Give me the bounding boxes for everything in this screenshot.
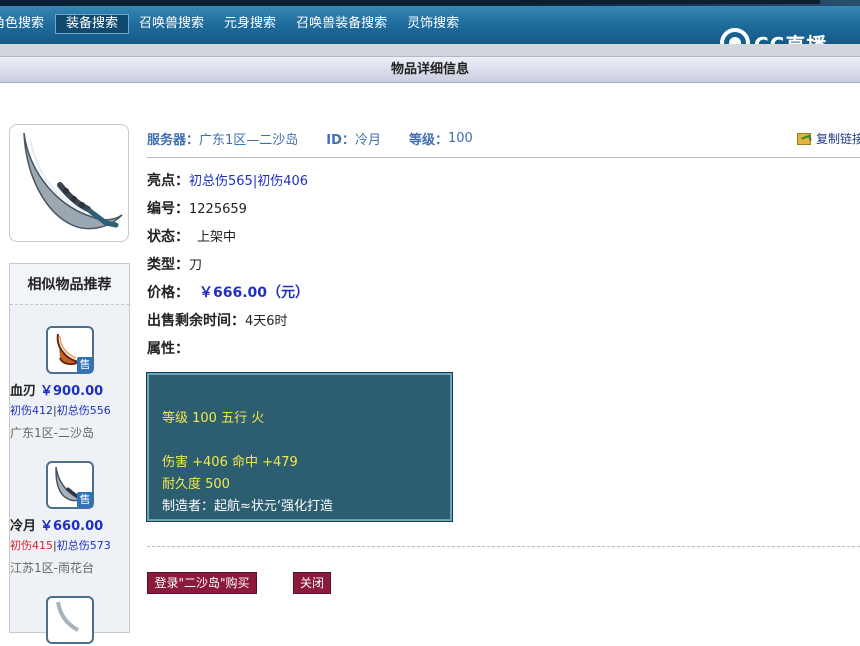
- similar-item-attrs: 初伤415|初总伤573: [10, 539, 111, 552]
- status-row: 状态： 上架中: [147, 226, 236, 246]
- similar-item-name-row[interactable]: 冷月 ￥660.00: [10, 515, 129, 534]
- type-value: 刀: [189, 258, 203, 273]
- attr-line-level: 等级 100 五行 火: [162, 411, 265, 426]
- similar-item-name: 冷月: [10, 519, 37, 534]
- nav-item-yuanshen-search[interactable]: 元身搜索: [214, 14, 286, 34]
- server-label: 服务器：: [147, 132, 200, 148]
- dashed-divider: [147, 546, 860, 547]
- nav-item-equipment-search[interactable]: 装备搜索: [55, 14, 130, 34]
- similar-item-attr1: 初伤412: [10, 404, 53, 417]
- attributes-box: 等级 100 五行 火 伤害 +406 命中 +479 耐久度 500 制造者：…: [146, 372, 453, 522]
- similar-item-price: ￥900.00: [40, 384, 104, 399]
- blade-icon: [56, 601, 79, 632]
- similar-items-panel: 相似物品推荐 售 血刃 ￥900.00 初伤412|初总伤556 广东1区-二沙岛…: [9, 263, 130, 644]
- nav-item-ornament-search[interactable]: 灵饰搜索: [397, 14, 469, 34]
- price-value: ￥666.00（元）: [199, 285, 310, 301]
- sale-tag: 售: [77, 492, 93, 508]
- attributes-label: 属性：: [147, 341, 189, 357]
- divider: [147, 157, 860, 158]
- remaining-time-value: 4天6时: [245, 314, 288, 329]
- server-value: 广东1区—二沙岛: [199, 132, 299, 148]
- similar-item-name: 血刃: [10, 384, 37, 399]
- status-value: 上架中: [197, 230, 237, 245]
- nav-item-summon-equip-search[interactable]: 召唤兽装备搜索: [286, 14, 397, 34]
- nav-menu: 角色搜索 装备搜索 召唤兽搜索 元身搜索 召唤兽装备搜索 灵饰搜索: [0, 13, 469, 35]
- status-label: 状态：: [147, 229, 189, 245]
- number-label: 编号：: [147, 201, 189, 217]
- similar-item-icon[interactable]: [46, 596, 94, 644]
- item-image: [9, 124, 129, 242]
- similar-item-price: ￥660.00: [40, 519, 104, 534]
- gray-band: [0, 44, 860, 56]
- type-row: 类型：刀: [147, 254, 202, 274]
- remaining-time-label: 出售剩余时间：: [147, 313, 245, 329]
- similar-item-name-row[interactable]: 血刃 ￥900.00: [10, 380, 129, 399]
- similar-item-icon[interactable]: 售: [46, 326, 94, 374]
- level-label: 等级：: [408, 132, 448, 148]
- blade-icon: [23, 132, 123, 230]
- top-nav-bar: 角色搜索 装备搜索 召唤兽搜索 元身搜索 召唤兽装备搜索 灵饰搜索 CC直播: [0, 0, 860, 58]
- similar-item-attrs: 初伤412|初总伤556: [10, 404, 111, 417]
- copy-link-label: 复制链接: [816, 132, 860, 146]
- attr-line-damage: 伤害 +406 命中 +479: [162, 455, 298, 470]
- number-value: 1225659: [189, 202, 247, 217]
- similar-item-server: 广东1区-二沙岛: [10, 426, 94, 440]
- sale-tag: 售: [77, 357, 93, 373]
- id-label: ID：: [326, 132, 355, 148]
- price-row: 价格： ￥666.00（元）: [147, 282, 309, 302]
- page-title: 物品详细信息: [0, 56, 860, 83]
- item-header-info: 服务器： 广东1区—二沙岛 ID： 冷月 等级： 100: [147, 128, 473, 148]
- login-buy-button[interactable]: 登录"二沙岛"购买: [147, 572, 257, 594]
- similar-items-title: 相似物品推荐: [10, 264, 129, 305]
- highlight-value: 初总伤565|初伤406: [189, 174, 309, 189]
- similar-item-server: 江苏1区-雨花台: [10, 561, 94, 575]
- similar-item-icon[interactable]: 售: [46, 461, 94, 509]
- attr-line-durability: 耐久度 500: [162, 477, 230, 492]
- similar-item-attr1: 初伤415: [10, 539, 53, 552]
- highlight-label: 亮点：: [147, 173, 189, 189]
- nav-item-role-search[interactable]: 角色搜索: [0, 14, 55, 34]
- number-row: 编号：1225659: [147, 198, 247, 218]
- share-icon: [797, 132, 811, 145]
- attributes-row: 属性：: [147, 338, 189, 358]
- highlight-row: 亮点：初总伤565|初伤406: [147, 170, 308, 190]
- id-value: 冷月: [354, 132, 381, 148]
- attr-line-maker: 制造者：起航≈状元‘强化打造: [162, 499, 334, 514]
- similar-item-attr2: 初总伤573: [56, 539, 111, 552]
- copy-link-button[interactable]: 复制链接: [797, 130, 860, 147]
- price-label: 价格：: [147, 285, 189, 301]
- level-value: 100: [447, 130, 473, 146]
- top-strip-inner: [60, 0, 820, 4]
- similar-item-attr2: 初总伤556: [56, 404, 111, 417]
- type-label: 类型：: [147, 257, 189, 273]
- close-button[interactable]: 关闭: [293, 572, 331, 594]
- time-row: 出售剩余时间：4天6时: [147, 310, 288, 330]
- nav-item-summon-search[interactable]: 召唤兽搜索: [129, 14, 214, 34]
